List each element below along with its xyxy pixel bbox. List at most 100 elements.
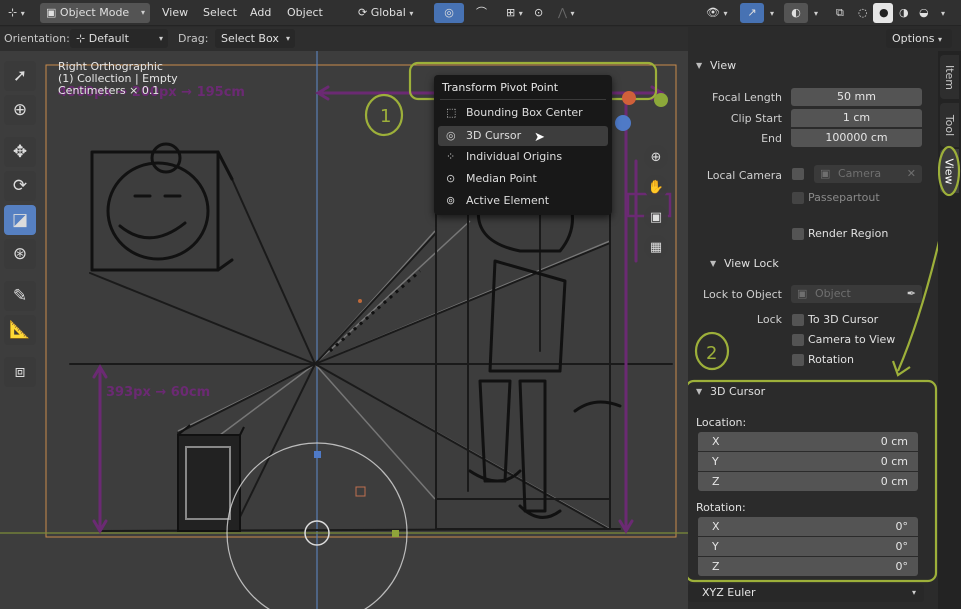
menu-view[interactable]: View — [156, 3, 194, 23]
snap-target-dropdown[interactable]: ⊞ ▾ — [500, 3, 529, 23]
pivot-point-popup: Transform Pivot Point ⬚ Bounding Box Cen… — [434, 75, 612, 215]
orientation-icon: ⟳ — [358, 6, 368, 19]
gizmo-dropdown[interactable]: ▾ — [764, 3, 780, 23]
eye-icon: 👁 — [706, 6, 720, 19]
overlays-dropdown[interactable]: ▾ — [808, 3, 824, 23]
chevron-down-icon: ▾ — [409, 9, 414, 18]
scale-icon: ◪ — [11, 210, 29, 230]
chevron-down-icon: ▾ — [285, 34, 290, 43]
chevron-down-icon: ▾ — [770, 9, 775, 18]
camera-view-button[interactable]: ▣ — [644, 205, 668, 229]
rotate-tool-button[interactable]: ⟳ — [4, 171, 36, 201]
pivot-bounding-box-center[interactable]: ⬚ Bounding Box Center — [438, 103, 608, 123]
active-element-icon: ⊚ — [446, 194, 456, 207]
rotate-icon: ⟳ — [12, 176, 28, 196]
step-two-annotation: 2 — [688, 240, 938, 583]
menu-select[interactable]: Select — [197, 3, 243, 23]
camera-icon: ▣ — [649, 209, 663, 225]
snap-icon: ⌒ — [476, 6, 487, 19]
sidebar-tabs: Item Tool View — [938, 51, 961, 609]
menu-object[interactable]: Object — [281, 3, 329, 23]
orientation-dropdown[interactable]: ⊹ Default ▾ — [70, 29, 168, 48]
snap-toggle[interactable]: ⌒ — [470, 3, 493, 23]
cursor-panel-highlight — [688, 379, 938, 583]
chevron-down-icon: ▾ — [941, 9, 946, 18]
add-cube-icon: ⧈ — [14, 362, 26, 382]
chevron-down-icon: ▾ — [937, 35, 942, 44]
popup-title: Transform Pivot Point — [442, 81, 559, 94]
z-handle — [314, 451, 321, 458]
chevron-down-icon: ▾ — [158, 34, 163, 43]
options-dropdown[interactable]: Options ▾ — [886, 29, 952, 48]
orientation-label: Orientation: — [4, 32, 70, 45]
pivot-item-label: Individual Origins — [466, 150, 563, 163]
zoom-icon: ⊕ — [650, 149, 662, 165]
solid-icon: ● — [879, 6, 889, 19]
cursor-3d-icon: ⊕ — [12, 100, 28, 120]
pivot-active-element[interactable]: ⊚ Active Element — [438, 191, 608, 211]
measure-tool-button[interactable]: 📐 — [4, 315, 36, 345]
viewport-header: ⊹ ▾ ▣ Object Mode ▾ View Select Add Obje… — [0, 0, 961, 26]
overlays-icon: ◐ — [791, 6, 801, 19]
ruler-icon: 📐 — [9, 320, 31, 340]
pencil-icon: ✎ — [12, 286, 28, 306]
pivot-individual-origins[interactable]: ⁘ Individual Origins — [438, 147, 608, 167]
xray-toggle[interactable]: ⧉ — [830, 3, 850, 23]
menu-add[interactable]: Add — [244, 3, 277, 23]
pivot-point-button[interactable]: ◎ — [434, 3, 464, 23]
transform-orientation-dropdown[interactable]: ⟳ Global ▾ — [352, 3, 419, 23]
material-shading-button[interactable]: ◑ — [893, 3, 913, 23]
cube-sketch-top-left — [90, 150, 234, 272]
cursor-arrow-icon: ➚ — [12, 66, 28, 86]
transform-tool-button[interactable]: ⊛ — [4, 239, 36, 269]
chevron-down-icon: ▾ — [140, 8, 145, 17]
cursor-tool-button[interactable]: ⊕ — [4, 95, 36, 125]
proportional-edit-toggle[interactable]: ⊙ — [528, 3, 549, 23]
rendered-icon: ◒ — [919, 6, 929, 19]
zoom-button[interactable]: ⊕ — [644, 145, 668, 169]
cursor-3d-icon: ◎ — [446, 129, 456, 142]
gizmo-toggle[interactable]: ↗ — [740, 3, 764, 23]
viewport-info-overlay: Right Orthographic (1) Collection | Empt… — [58, 61, 178, 97]
object-mode-icon: ▣ — [46, 6, 57, 19]
move-icon: ✥ — [12, 142, 28, 162]
move-tool-button[interactable]: ✥ — [4, 137, 36, 167]
ortho-toggle-button[interactable]: ▦ — [644, 235, 668, 259]
drag-label: Drag: — [178, 32, 209, 45]
grid-icon: ▦ — [649, 239, 663, 255]
left-measure-annotation: 393px → 60cm — [106, 385, 210, 400]
rendered-shading-button[interactable]: ◒ — [913, 3, 933, 23]
axis-z-gizmo[interactable] — [615, 115, 631, 131]
shading-dropdown[interactable]: ▾ — [935, 3, 951, 23]
select-tool-button[interactable]: ➚ — [4, 61, 36, 91]
axis-y-gizmo[interactable] — [654, 93, 668, 107]
mascot-face-sketch — [106, 142, 210, 261]
add-cube-tool-button[interactable]: ⧈ — [4, 357, 36, 387]
falloff-dropdown[interactable]: ⋀ ▾ — [552, 3, 581, 23]
annotate-tool-button[interactable]: ✎ — [4, 281, 36, 311]
pivot-median-point[interactable]: ⊙ Median Point — [438, 169, 608, 189]
wireframe-shading-button[interactable]: ◌ — [852, 3, 872, 23]
editor-type-button[interactable]: ⊹ ▾ — [2, 3, 31, 23]
visibility-dropdown[interactable]: 👁 ▾ — [700, 3, 733, 23]
mouse-pointer-icon: ➤ — [534, 130, 545, 145]
scale-tool-button[interactable]: ◪ — [4, 205, 36, 235]
pivot-item-label: Active Element — [466, 194, 550, 207]
pan-button[interactable]: ✋ — [644, 175, 668, 199]
pivot-item-label: Median Point — [466, 172, 537, 185]
tab-view-highlight — [938, 145, 961, 197]
individual-origins-icon: ⁘ — [446, 150, 456, 163]
plane-handle — [355, 486, 366, 497]
perspective-ink-rays — [89, 178, 611, 530]
drag-dropdown[interactable]: Select Box ▾ — [215, 29, 295, 48]
hand-icon: ✋ — [647, 179, 665, 195]
overlays-toggle[interactable]: ◐ — [784, 3, 808, 23]
axis-x-gizmo[interactable] — [622, 91, 636, 105]
pivot-point-icon: ◎ — [444, 6, 454, 19]
proportional-edit-icon: ⊙ — [534, 6, 544, 19]
mode-dropdown[interactable]: ▣ Object Mode ▾ — [40, 3, 150, 23]
drag-value: Select Box — [221, 32, 279, 45]
3d-viewport[interactable]: 4000px → 200px → 195cm 393px → 60cm 1 Ri… — [0, 51, 688, 609]
pivot-3d-cursor[interactable]: ◎ 3D Cursor ➤ — [438, 126, 608, 146]
solid-shading-button[interactable]: ● — [873, 3, 893, 23]
